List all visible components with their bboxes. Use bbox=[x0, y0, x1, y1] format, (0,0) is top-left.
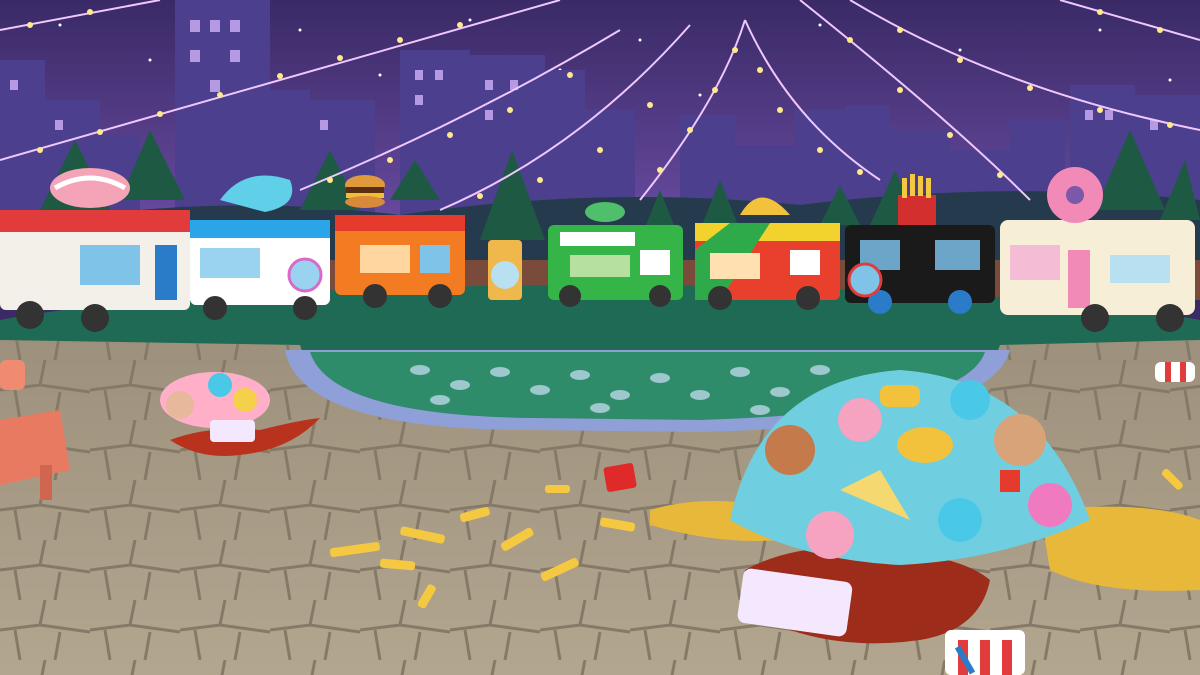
fork-knife-sign-icon bbox=[847, 262, 883, 298]
sushi-icon bbox=[50, 168, 130, 208]
ketchup-bottle-small bbox=[210, 420, 255, 442]
soda-cup-far[interactable] bbox=[1155, 362, 1195, 382]
ketchup-packet bbox=[603, 463, 637, 492]
burger-icon bbox=[345, 175, 385, 208]
fork-spoon-sign-icon bbox=[287, 257, 323, 293]
game-scene bbox=[0, 0, 1200, 675]
soda-cup[interactable] bbox=[945, 630, 1025, 675]
map-icon bbox=[491, 261, 519, 289]
donut-icon bbox=[1047, 167, 1103, 223]
salad-bowl-icon bbox=[585, 202, 625, 222]
map-kiosk[interactable] bbox=[488, 240, 522, 300]
scene-canvas bbox=[0, 0, 1200, 675]
